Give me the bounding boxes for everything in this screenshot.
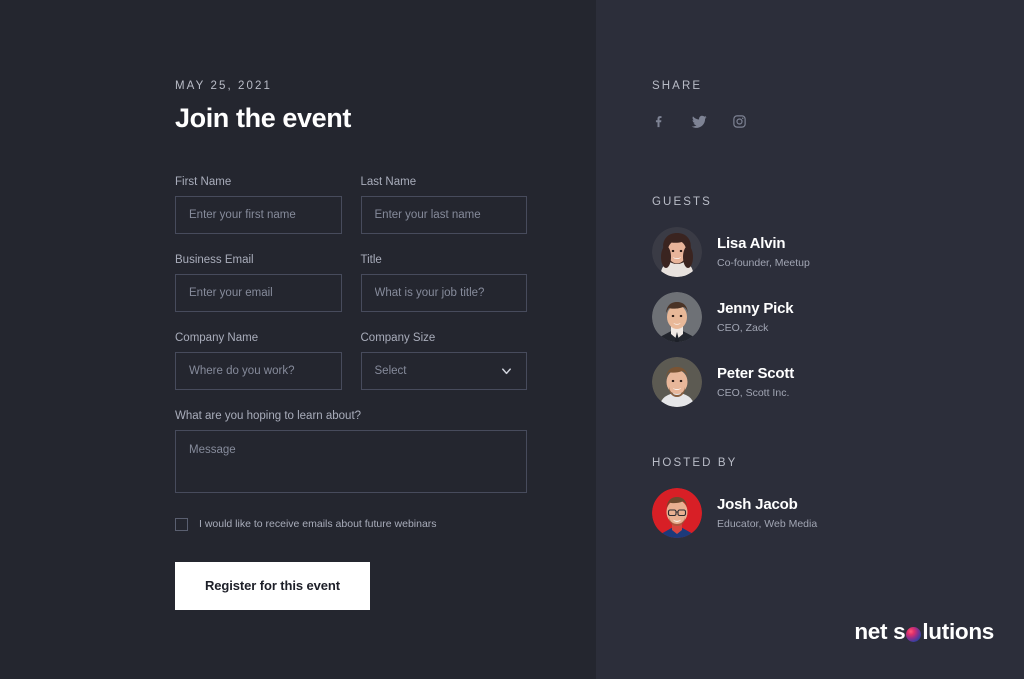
field-last-name: Last Name xyxy=(360,175,527,234)
newsletter-opt-in[interactable]: I would like to receive emails about fut… xyxy=(175,517,527,531)
avatar xyxy=(652,488,702,538)
hosts-list: Josh Jacob Educator, Web Media xyxy=(652,488,922,538)
name-row: First Name Last Name xyxy=(175,176,527,234)
register-button[interactable]: Register for this event xyxy=(175,561,370,610)
logo-text-before: net s xyxy=(854,619,906,644)
newsletter-checkbox-label: I would like to receive emails about fut… xyxy=(199,518,437,531)
person-role: CEO, Zack xyxy=(717,321,769,334)
field-company-size: Company Size Select xyxy=(360,331,527,390)
company-size-value: Select xyxy=(360,351,527,390)
guests-list: Lisa Alvin Co-founder, Meetup Jenny Pick… xyxy=(652,227,922,407)
facebook-icon[interactable] xyxy=(652,114,667,129)
business-email-input[interactable] xyxy=(175,273,342,312)
person-name: Lisa Alvin xyxy=(717,235,786,253)
title-label: Title xyxy=(360,253,382,266)
first-name-input[interactable] xyxy=(175,195,342,234)
instagram-icon[interactable] xyxy=(732,114,747,129)
message-row: What are you hoping to learn about? xyxy=(175,410,527,498)
company-size-select[interactable]: Select xyxy=(360,351,527,390)
person-info: Jenny Pick CEO, Zack xyxy=(717,300,794,334)
hosted-by-heading: HOSTED BY xyxy=(652,457,738,469)
avatar xyxy=(652,292,702,342)
message-input[interactable] xyxy=(175,429,527,493)
share-heading: SHARE xyxy=(652,80,703,92)
avatar xyxy=(652,227,702,277)
guests-heading: GUESTS xyxy=(652,196,712,208)
list-item[interactable]: Josh Jacob Educator, Web Media xyxy=(652,488,922,538)
twitter-icon[interactable] xyxy=(691,113,708,130)
message-label: What are you hoping to learn about? xyxy=(175,409,362,422)
field-title: Title xyxy=(360,253,527,312)
company-name-label: Company Name xyxy=(175,331,259,344)
share-icons xyxy=(652,113,922,130)
person-info: Lisa Alvin Co-founder, Meetup xyxy=(717,235,810,269)
person-role: Educator, Web Media xyxy=(717,517,818,530)
email-title-row: Business Email Title xyxy=(175,254,527,312)
newsletter-checkbox[interactable] xyxy=(175,517,188,531)
company-size-label: Company Size xyxy=(360,331,436,344)
last-name-input[interactable] xyxy=(360,195,527,234)
logo-text-after: lutions xyxy=(922,619,994,644)
avatar xyxy=(652,357,702,407)
person-role: Co-founder, Meetup xyxy=(717,256,810,269)
person-name: Peter Scott xyxy=(717,365,794,383)
page-title: Join the event xyxy=(175,103,351,133)
field-company-name: Company Name xyxy=(175,332,342,390)
net-solutions-logo: net s lutions xyxy=(854,619,994,645)
person-info: Josh Jacob Educator, Web Media xyxy=(717,496,817,530)
event-registration-page: MAY 25, 2021 Join the event First Name L… xyxy=(0,0,1024,679)
right-sidebar-content: SHARE GUESTS Lisa Alvin Co-founder, Meet… xyxy=(652,80,922,553)
person-role: CEO, Scott Inc. xyxy=(717,386,790,399)
registration-form: MAY 25, 2021 Join the event First Name L… xyxy=(175,80,527,610)
person-name: Jenny Pick xyxy=(717,300,794,318)
title-input[interactable] xyxy=(360,273,527,312)
field-first-name: First Name xyxy=(175,176,342,234)
list-item[interactable]: Lisa Alvin Co-founder, Meetup xyxy=(652,227,922,277)
list-item[interactable]: Peter Scott CEO, Scott Inc. xyxy=(652,357,922,407)
company-name-input[interactable] xyxy=(175,351,342,390)
list-item[interactable]: Jenny Pick CEO, Zack xyxy=(652,292,922,342)
field-business-email: Business Email xyxy=(175,254,342,312)
person-info: Peter Scott CEO, Scott Inc. xyxy=(717,365,794,399)
logo-sphere-icon xyxy=(906,626,922,642)
company-row: Company Name Company Size Select xyxy=(175,332,527,390)
field-message: What are you hoping to learn about? xyxy=(175,410,527,498)
event-date: MAY 25, 2021 xyxy=(175,80,273,92)
form-fields: First Name Last Name Business Email Titl xyxy=(175,176,527,610)
right-panel: SHARE GUESTS Lisa Alvin Co-founder, Meet… xyxy=(596,0,1024,679)
first-name-label: First Name xyxy=(175,175,232,188)
business-email-label: Business Email xyxy=(175,253,254,266)
last-name-label: Last Name xyxy=(360,175,417,188)
left-panel: MAY 25, 2021 Join the event First Name L… xyxy=(0,0,596,679)
person-name: Josh Jacob xyxy=(717,496,798,514)
